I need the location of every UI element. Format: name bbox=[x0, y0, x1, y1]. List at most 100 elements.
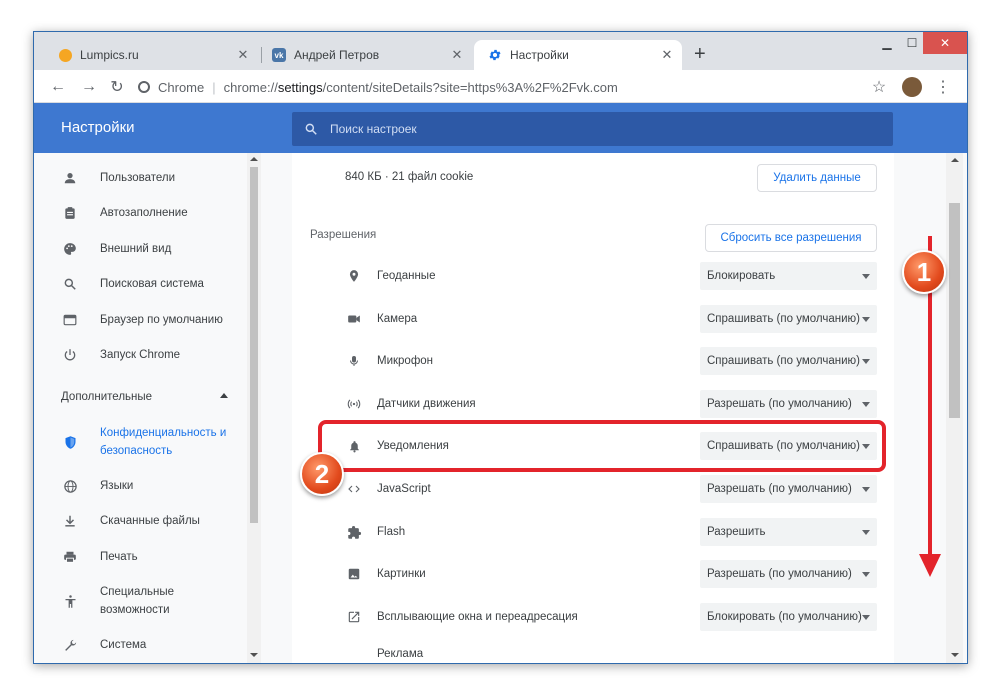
page-title: Настройки bbox=[61, 119, 135, 136]
sidebar-item-label: Скачанные файлы bbox=[100, 515, 200, 527]
sidebar-scroll-thumb[interactable] bbox=[250, 167, 258, 523]
search-input[interactable]: Поиск настроек bbox=[292, 112, 893, 146]
dropdown-caret-icon bbox=[862, 572, 870, 577]
sidebar-item-label-line1: Специальные bbox=[100, 586, 175, 598]
dropdown-caret-icon bbox=[862, 615, 870, 620]
clipboard-icon bbox=[62, 205, 78, 221]
scroll-up-arrow-icon[interactable] bbox=[951, 158, 959, 162]
sidebar-item-label-multiline: Конфиденциальность и безопасность bbox=[100, 424, 226, 460]
reload-icon[interactable]: ↻ bbox=[106, 76, 128, 98]
scroll-down-arrow-icon[interactable] bbox=[250, 653, 258, 657]
menu-kebab-icon[interactable]: ⋮ bbox=[932, 76, 954, 98]
url-host: settings bbox=[277, 79, 323, 95]
images-select[interactable]: Разрешать (по умолчанию) bbox=[700, 560, 877, 588]
sidebar-item-autofill[interactable]: Автозаполнение bbox=[39, 203, 246, 223]
sidebar-item-label: Автозаполнение bbox=[100, 207, 188, 219]
flash-select[interactable]: Разрешить bbox=[700, 518, 877, 546]
sidebar-item-accessibility[interactable]: Специальные возможности bbox=[39, 582, 246, 620]
vk-icon: vk bbox=[272, 48, 286, 62]
sidebar-item-downloads[interactable]: Скачанные файлы bbox=[39, 511, 246, 531]
select-value: Спрашивать (по умолчанию) bbox=[707, 355, 860, 367]
maximize-button[interactable]: ☐ bbox=[898, 32, 926, 54]
geolocation-select[interactable]: Блокировать bbox=[700, 262, 877, 290]
permission-name: Микрофон bbox=[377, 355, 434, 367]
permission-name: Камера bbox=[377, 313, 418, 325]
window-close-button[interactable]: ✕ bbox=[923, 32, 967, 54]
permission-name: Геоданные bbox=[377, 270, 436, 282]
forward-arrow-icon[interactable]: → bbox=[78, 76, 100, 98]
minimize-button[interactable]: ▁ bbox=[873, 32, 901, 54]
tab-vk[interactable]: vk Андрей Петров ✕ bbox=[258, 40, 472, 70]
sidebar-item-search-engine[interactable]: Поисковая система bbox=[39, 274, 246, 294]
accessibility-icon bbox=[62, 593, 78, 609]
wrench-icon bbox=[62, 637, 78, 653]
sidebar-item-users[interactable]: Пользователи bbox=[39, 168, 246, 188]
clear-data-button[interactable]: Удалить данные bbox=[757, 164, 877, 192]
step-badge-1: 1 bbox=[902, 250, 946, 294]
sidebar-item-label: Пользователи bbox=[100, 172, 176, 184]
back-arrow-icon[interactable]: ← bbox=[47, 76, 69, 98]
sidebar-item-startup[interactable]: Запуск Chrome bbox=[39, 345, 246, 365]
sidebar-item-label: Поисковая система bbox=[100, 278, 204, 290]
browser-toolbar: ← → ↻ Chrome | chrome://settings/content… bbox=[34, 70, 967, 103]
sidebar-item-system[interactable]: Система bbox=[39, 635, 246, 655]
reset-permissions-button[interactable]: Сбросить все разрешения bbox=[705, 224, 877, 252]
sidebar-item-print[interactable]: Печать bbox=[39, 547, 246, 567]
dropdown-caret-icon bbox=[862, 274, 870, 279]
location-pin-icon bbox=[345, 267, 363, 285]
close-tab-icon[interactable]: ✕ bbox=[236, 48, 250, 62]
url-scheme: chrome:// bbox=[223, 79, 278, 95]
tab-title: Андрей Петров bbox=[294, 48, 380, 62]
sidebar-item-label-line2: возможности bbox=[100, 604, 170, 616]
settings-header: Настройки Поиск настроек bbox=[34, 103, 967, 153]
select-value: Блокировать bbox=[707, 270, 776, 282]
avatar[interactable] bbox=[901, 76, 923, 98]
address-bar[interactable]: Chrome | chrome://settings/content/siteD… bbox=[138, 73, 898, 101]
search-icon bbox=[304, 122, 318, 136]
bookmark-star-icon[interactable]: ☆ bbox=[868, 76, 890, 98]
palette-icon bbox=[62, 241, 78, 257]
camera-select[interactable]: Спрашивать (по умолчанию) bbox=[700, 305, 877, 333]
close-tab-icon[interactable]: ✕ bbox=[660, 48, 674, 62]
scroll-up-arrow-icon[interactable] bbox=[250, 157, 258, 161]
sidebar-item-default-browser[interactable]: Браузер по умолчанию bbox=[39, 310, 246, 330]
chrome-icon bbox=[138, 81, 150, 93]
sidebar-item-label: Система bbox=[100, 639, 147, 651]
sidebar-item-languages[interactable]: Языки bbox=[39, 476, 246, 496]
shield-icon bbox=[62, 434, 78, 450]
code-icon bbox=[345, 480, 363, 498]
javascript-select[interactable]: Разрешать (по умолчанию) bbox=[700, 475, 877, 503]
main-scroll-thumb[interactable] bbox=[949, 203, 960, 418]
sidebar-scrollbar[interactable] bbox=[247, 153, 261, 663]
url-path: /content/siteDetails?site=https%3A%2F%2F… bbox=[322, 79, 618, 95]
tab-settings[interactable]: Настройки ✕ bbox=[474, 40, 682, 70]
omnibox-chip: Chrome bbox=[158, 79, 205, 95]
sidebar-item-privacy[interactable]: Конфиденциальность и безопасность bbox=[39, 423, 246, 461]
gear-icon bbox=[488, 48, 502, 62]
sidebar-item-appearance[interactable]: Внешний вид bbox=[39, 239, 246, 259]
advanced-header: Дополнительные bbox=[61, 391, 153, 403]
site-details-card: 840 КБ · 21 файл cookie Удалить данные Р… bbox=[292, 153, 894, 663]
printer-icon bbox=[62, 549, 78, 565]
popups-select[interactable]: Блокировать (по умолчанию) bbox=[700, 603, 877, 631]
dropdown-caret-icon bbox=[862, 402, 870, 407]
chevron-up-icon bbox=[220, 393, 228, 398]
new-tab-button[interactable]: + bbox=[694, 44, 706, 64]
site-usage-text: 840 КБ · 21 файл cookie bbox=[345, 171, 474, 183]
person-icon bbox=[62, 170, 78, 186]
scroll-down-arrow-icon[interactable] bbox=[951, 653, 959, 657]
browser-icon bbox=[62, 312, 78, 328]
close-tab-icon[interactable]: ✕ bbox=[450, 48, 464, 62]
open-in-new-icon bbox=[345, 608, 363, 626]
sidebar-item-label-line2: безопасность bbox=[100, 445, 173, 457]
sidebar-item-label-line1: Конфиденциальность и bbox=[100, 427, 227, 439]
main-scrollbar[interactable] bbox=[946, 153, 963, 663]
image-icon bbox=[345, 565, 363, 583]
select-value: Блокировать (по умолчанию) bbox=[707, 611, 862, 623]
sidebar-item-label: Печать bbox=[100, 551, 138, 563]
puzzle-icon bbox=[345, 523, 363, 541]
sidebar-advanced-toggle[interactable]: Дополнительные bbox=[39, 387, 246, 407]
microphone-select[interactable]: Спрашивать (по умолчанию) bbox=[700, 347, 877, 375]
motion-sensors-select[interactable]: Разрешать (по умолчанию) bbox=[700, 390, 877, 418]
tab-lumpics[interactable]: Lumpics.ru ✕ bbox=[44, 40, 258, 70]
